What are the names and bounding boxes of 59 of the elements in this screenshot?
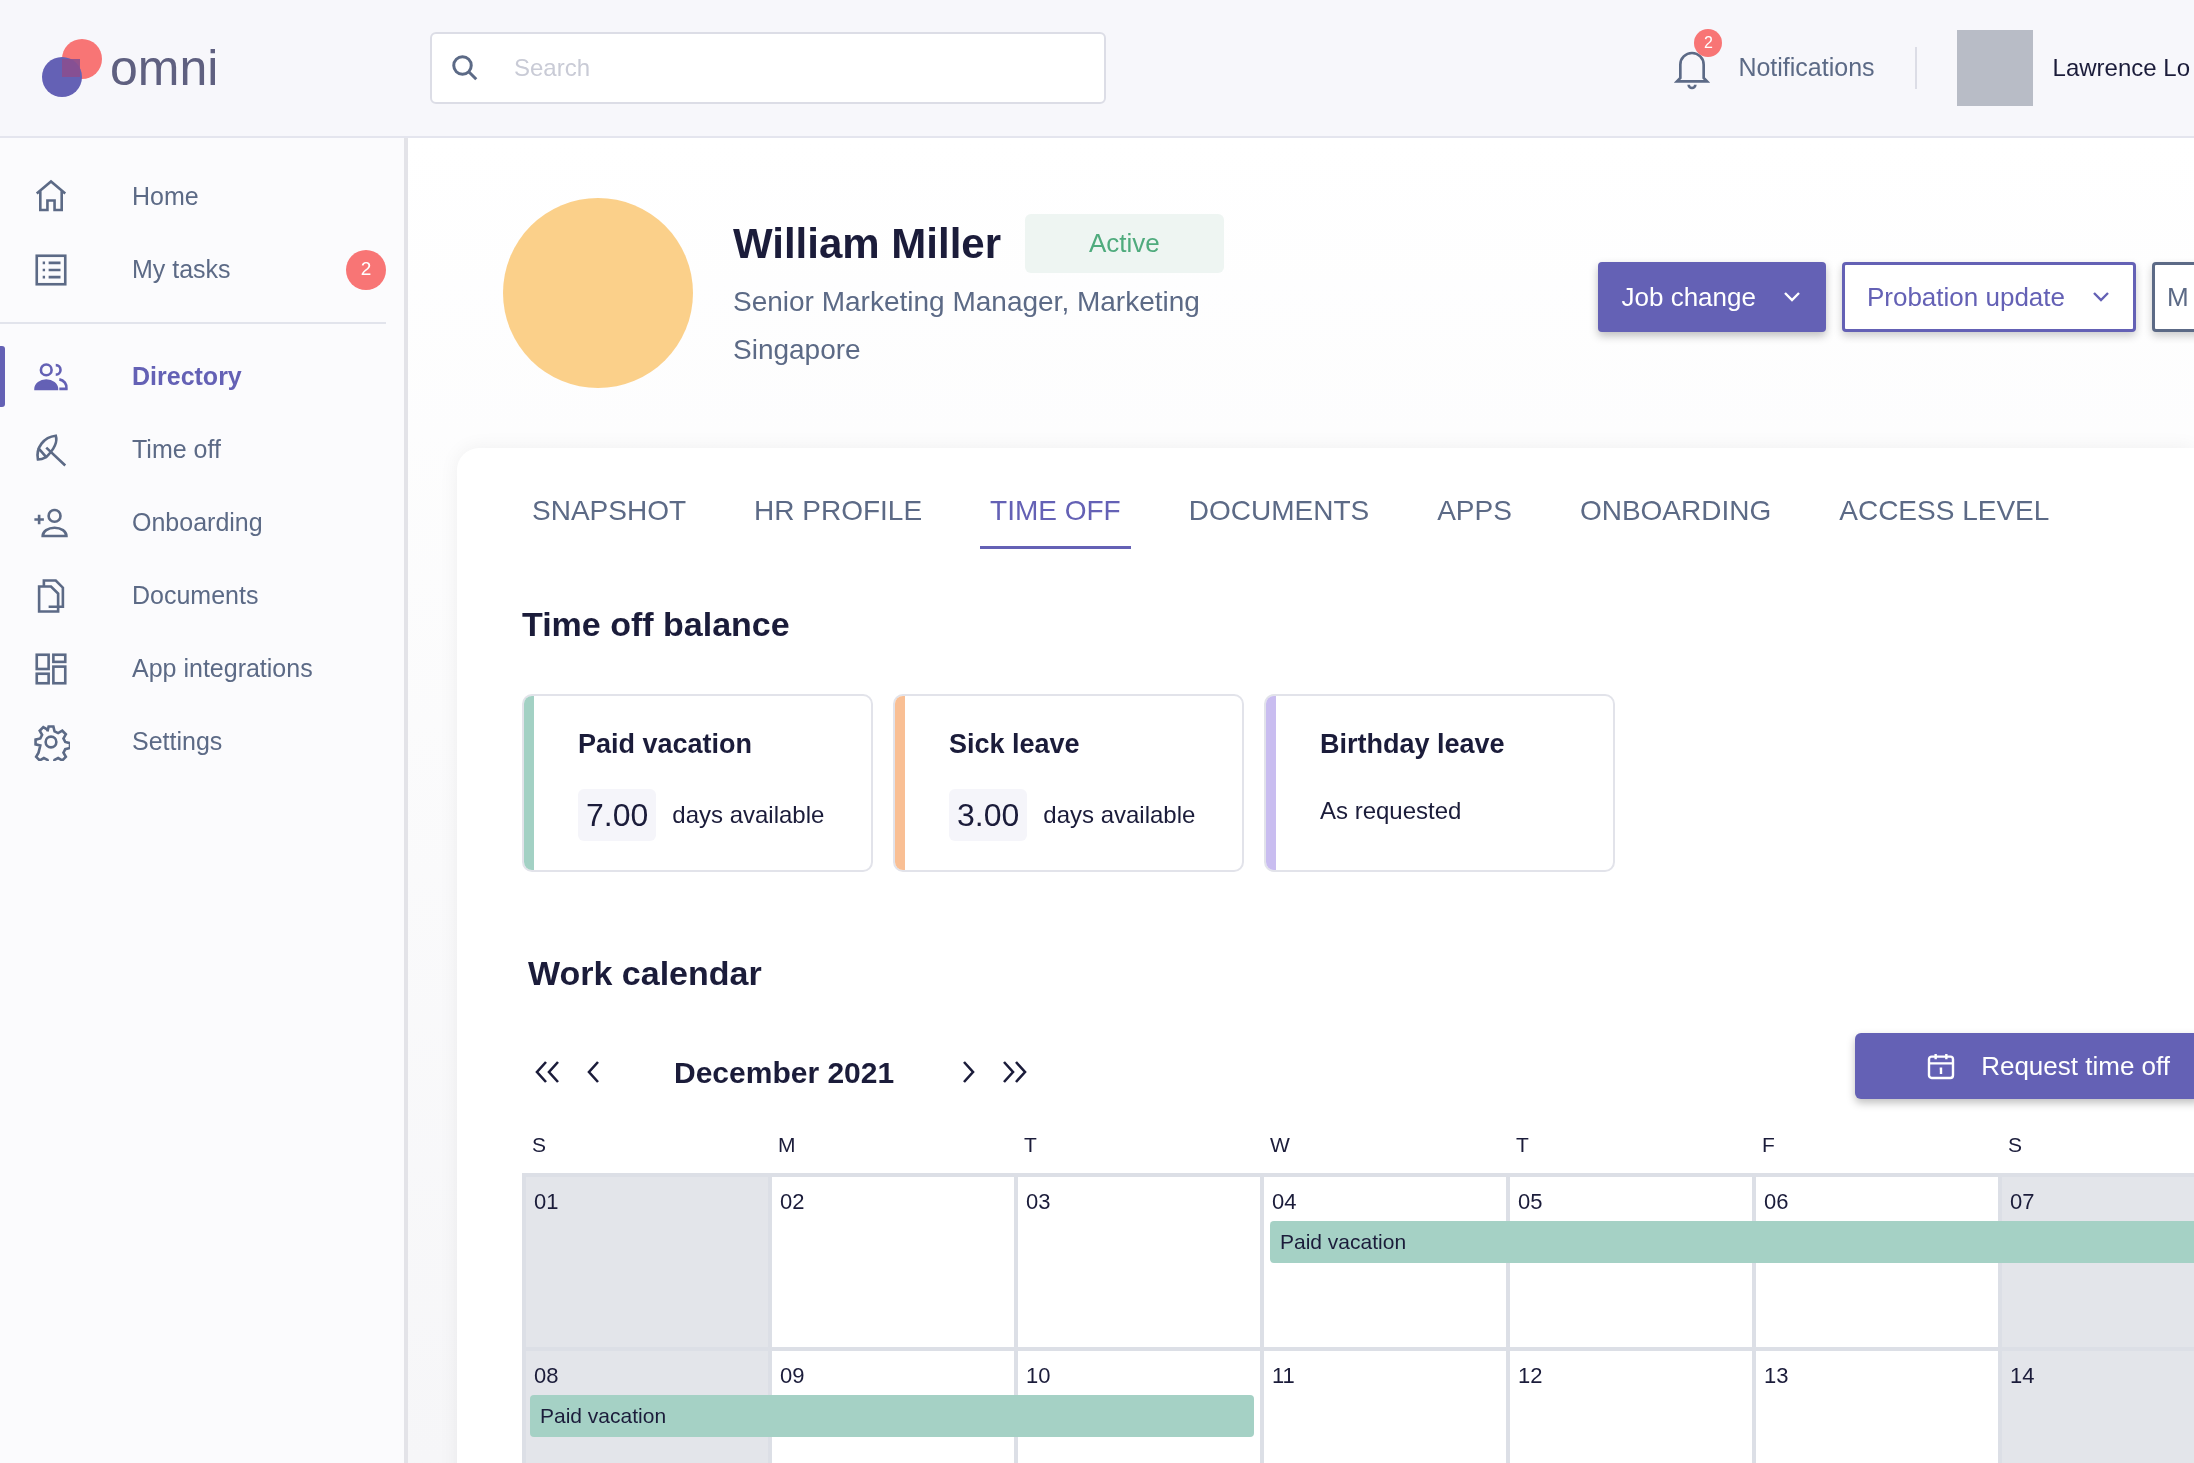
tab[interactable]: HR PROFILE bbox=[744, 490, 933, 549]
tab[interactable]: DOCUMENTS bbox=[1178, 490, 1380, 549]
card-title: Sick leave bbox=[949, 728, 1081, 761]
weekday-label: T bbox=[1515, 1132, 1530, 1158]
section-heading: Time off balance bbox=[522, 604, 791, 645]
weekday-label: W bbox=[1269, 1132, 1291, 1158]
search-icon bbox=[450, 53, 480, 83]
tab[interactable]: ONBOARDING bbox=[1569, 490, 1782, 549]
tab[interactable]: SNAPSHOT bbox=[522, 490, 697, 549]
tab[interactable]: ACCESS LEVEL bbox=[1829, 490, 2060, 549]
count-badge: 2 bbox=[346, 249, 386, 290]
user-name[interactable]: Lawrence Lo bbox=[2052, 50, 2190, 86]
section-heading: Work calendar bbox=[528, 953, 763, 994]
probation-update-button[interactable]: Probation update bbox=[1841, 262, 2136, 332]
weekday-label: S bbox=[2007, 1132, 2023, 1158]
day-cell: 03 bbox=[1018, 1176, 1260, 1347]
days-unit: days available bbox=[1043, 799, 1196, 830]
days-count: 3.00 bbox=[949, 788, 1028, 841]
sidebar-item[interactable]: Home bbox=[0, 160, 404, 233]
day-cell: 11 bbox=[1264, 1350, 1506, 1463]
employee-name: William Miller bbox=[733, 219, 1002, 269]
day-cell: 13 bbox=[1756, 1350, 1998, 1463]
event-bar: Paid vacation bbox=[1270, 1220, 2194, 1263]
weekday-label: F bbox=[1761, 1132, 1776, 1158]
sidebar-item[interactable]: Directory bbox=[0, 340, 404, 413]
days-count: 7.00 bbox=[578, 788, 657, 841]
card-title: Birthday leave bbox=[1320, 728, 1506, 761]
request-time-off-button[interactable]: Request time off bbox=[1855, 1033, 2194, 1099]
sidebar-item[interactable]: App integrations bbox=[0, 632, 404, 705]
weekday-label: S bbox=[531, 1132, 547, 1158]
day-cell: 01 bbox=[526, 1176, 768, 1347]
event-bar: Paid vacation bbox=[530, 1394, 1254, 1437]
notifications-link[interactable]: Notifications bbox=[1738, 49, 1875, 87]
sidebar-item[interactable]: Time off bbox=[0, 413, 404, 486]
action-button[interactable]: M bbox=[2152, 262, 2194, 332]
settings-icon bbox=[32, 722, 70, 761]
sidebar-item[interactable]: My tasks 2 bbox=[0, 233, 404, 306]
day-cell: 02 bbox=[772, 1176, 1014, 1347]
month-label: December 2021 bbox=[674, 1054, 896, 1091]
tab[interactable]: APPS bbox=[1427, 490, 1522, 549]
job-title: Senior Marketing Manager, Marketing bbox=[733, 285, 1201, 319]
days-unit: days available bbox=[672, 799, 825, 830]
weekday-label: M bbox=[777, 1132, 797, 1158]
job-change-button[interactable]: Job change bbox=[1597, 262, 1826, 332]
status-badge: Active bbox=[1025, 214, 1224, 273]
sidebar-item[interactable]: Settings bbox=[0, 705, 404, 778]
notification-count: 2 bbox=[1694, 29, 1723, 57]
weekday-label: T bbox=[1023, 1132, 1038, 1158]
card-title: Paid vacation bbox=[578, 728, 754, 761]
card-note: As requested bbox=[1320, 795, 1462, 826]
chevron-down-icon bbox=[1781, 290, 1802, 304]
sidebar-item[interactable]: Documents bbox=[0, 559, 404, 632]
day-cell: 12 bbox=[1510, 1350, 1752, 1463]
chevron-down-icon bbox=[2091, 290, 2111, 304]
location: Singapore bbox=[733, 333, 862, 367]
day-cell: 14 bbox=[2002, 1350, 2194, 1463]
tab[interactable]: TIME OFF bbox=[980, 490, 1131, 549]
sidebar-item[interactable]: Onboarding bbox=[0, 486, 404, 559]
logo-text: omni bbox=[110, 43, 219, 93]
